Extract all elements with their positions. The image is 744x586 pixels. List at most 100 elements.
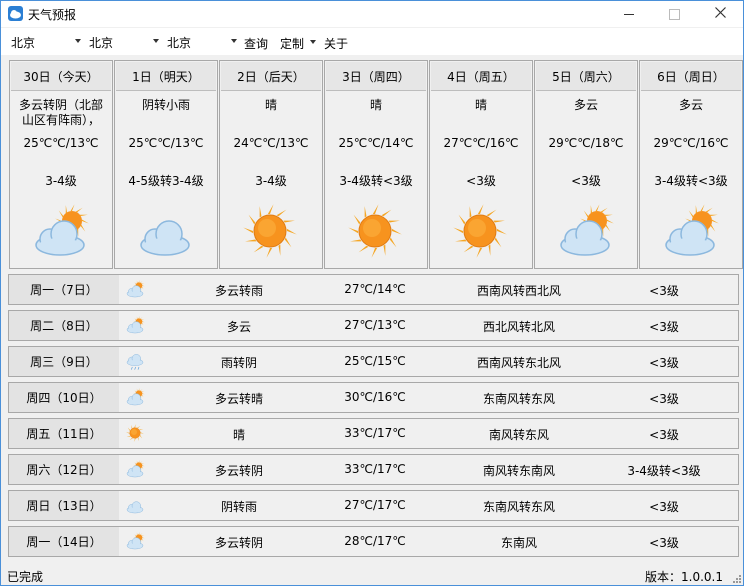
day-card-wind: 3-4级转<3级: [654, 174, 728, 188]
chevron-down-icon: [75, 39, 81, 43]
day-card-condition: 晴: [369, 98, 382, 112]
row-condition: 多云转雨: [214, 284, 263, 298]
chevron-down-icon: [310, 40, 316, 44]
district-value: 北京: [167, 36, 192, 50]
day-card-date: 5日（周六）: [552, 69, 620, 84]
row-condition: 雨转阴: [220, 356, 257, 370]
district-select[interactable]: 北京: [163, 31, 239, 52]
day-card-temperature: 29℃℃/18℃: [548, 136, 624, 150]
row-condition: 多云转阴: [214, 536, 263, 550]
row-temperature: 27℃/13℃: [344, 318, 406, 332]
row-condition: 多云转晴: [214, 392, 263, 406]
row-temperature: 25℃/15℃: [344, 354, 406, 368]
row-temperature: 27℃/14℃: [344, 282, 406, 296]
day-card-header: 3日（周四）: [326, 62, 426, 91]
app-weather-icon: [8, 6, 23, 21]
day-card: 6日（周日） 多云 29℃℃/16℃ 3-4级转<3级: [639, 60, 743, 269]
toolbar: 北京 北京 北京 查询 定制 关于: [1, 28, 743, 55]
day-card-temperature: 25℃℃/13℃: [128, 136, 204, 150]
day-card-date: 3日（周四）: [342, 69, 410, 84]
forecast-row: 周三（9日） 雨转阴 25℃/15℃ 西南风转东北风 <3级: [8, 346, 739, 377]
day-card-wind: <3级: [466, 174, 496, 188]
customize-menu[interactable]: 定制: [280, 35, 304, 52]
province-select[interactable]: 北京: [7, 31, 83, 52]
row-wind-level: <3级: [649, 284, 679, 298]
partly-cloudy-icon: [549, 201, 621, 261]
day-card: 30日（今天） 多云转阴（北部山区有阵雨）， 25℃℃/13℃ 3-4级: [9, 60, 113, 269]
chevron-down-icon: [231, 39, 237, 43]
partly-cloudy-icon: [123, 459, 147, 479]
day-card-wind: 3-4级转<3级: [339, 174, 413, 188]
status-text: 已完成: [7, 570, 44, 584]
day-card-header: 1日（明天）: [116, 62, 216, 91]
row-wind-level: <3级: [649, 428, 679, 442]
day-card-condition: 阴转小雨: [141, 98, 190, 112]
row-day: 周一（14日）: [9, 527, 119, 556]
day-card-date: 2日（后天）: [237, 69, 305, 84]
day-card: 4日（周五） 晴 27℃℃/16℃ <3级: [429, 60, 533, 269]
row-condition: 多云转阴: [214, 464, 263, 478]
forecast-row: 周一（7日） 多云转雨 27℃/14℃ 西南风转西北风 <3级: [8, 274, 739, 305]
sunny-icon: [339, 201, 411, 261]
sunny-icon: [444, 201, 516, 261]
row-day: 周日（13日）: [9, 491, 119, 520]
row-day: 周一（7日）: [9, 275, 119, 304]
partly-cloudy-icon: [123, 279, 147, 299]
row-wind-direction: 南风转东南风: [482, 464, 555, 478]
city-value: 北京: [89, 36, 114, 50]
forecast-row: 周一（14日） 多云转阴 28℃/17℃ 东南风 <3级: [8, 526, 739, 557]
row-wind-direction: 东南风: [500, 536, 537, 550]
day-card-condition: 晴: [474, 98, 487, 112]
partly-cloudy-icon: [123, 531, 147, 551]
close-icon: [714, 6, 726, 22]
row-condition: 晴: [232, 428, 245, 442]
title-bar[interactable]: 天气预报: [1, 1, 743, 27]
day-card-temperature: 29℃℃/16℃: [653, 136, 729, 150]
about-menu[interactable]: 关于: [324, 35, 348, 52]
query-button[interactable]: 查询: [244, 35, 268, 52]
forecast-row: 周六（12日） 多云转阴 33℃/17℃ 南风转东南风 3-4级转<3级: [8, 454, 739, 485]
city-select[interactable]: 北京: [85, 31, 161, 52]
row-day: 周二（8日）: [9, 311, 119, 340]
forecast-row: 周二（8日） 多云 27℃/13℃ 西北风转北风 <3级: [8, 310, 739, 341]
row-temperature: 33℃/17℃: [344, 426, 406, 440]
row-wind-level: <3级: [649, 500, 679, 514]
resize-grip-icon[interactable]: [731, 573, 741, 583]
partly-cloudy-icon: [24, 201, 96, 261]
row-wind-level: <3级: [649, 392, 679, 406]
day-card: 2日（后天） 晴 24℃℃/13℃ 3-4级: [219, 60, 323, 269]
partly-cloudy-icon: [123, 387, 147, 407]
day-card-temperature: 24℃℃/13℃: [233, 136, 309, 150]
maximize-button[interactable]: [651, 1, 697, 27]
day-card-wind: <3级: [571, 174, 601, 188]
row-wind-level: <3级: [649, 320, 679, 334]
day-card-condition: 多云: [678, 98, 703, 112]
row-day: 周三（9日）: [9, 347, 119, 376]
cloudy-icon: [129, 201, 201, 261]
row-condition: 阴转雨: [220, 500, 257, 514]
sunny-icon: [123, 423, 147, 443]
row-wind-direction: 西南风转东北风: [476, 356, 561, 370]
partly-cloudy-icon: [123, 315, 147, 335]
forecast-row: 周四（10日） 多云转晴 30℃/16℃ 东南风转东风 <3级: [8, 382, 739, 413]
day-card-wind: 4-5级转3-4级: [128, 174, 204, 188]
row-day: 周四（10日）: [9, 383, 119, 412]
day-card: 3日（周四） 晴 25℃℃/14℃ 3-4级转<3级: [324, 60, 428, 269]
row-condition: 多云: [226, 320, 251, 334]
day-card-condition: 晴: [264, 98, 277, 112]
day-card-condition: 多云转阴（北部山区有阵雨），: [18, 98, 103, 127]
window-title: 天气预报: [28, 8, 77, 22]
day-card-date: 1日（明天）: [132, 69, 200, 84]
day-card-date: 6日（周日）: [657, 69, 725, 84]
row-day: 周六（12日）: [9, 455, 119, 484]
minimize-button[interactable]: [606, 1, 652, 27]
row-temperature: 30℃/16℃: [344, 390, 406, 404]
row-temperature: 28℃/17℃: [344, 534, 406, 548]
row-wind-direction: 西北风转北风: [482, 320, 555, 334]
minimize-icon: [624, 13, 634, 15]
close-button[interactable]: [697, 1, 743, 27]
forecast-row: 周五（11日） 晴 33℃/17℃ 南风转东风 <3级: [8, 418, 739, 449]
maximize-icon: [668, 8, 680, 20]
day-card-header: 4日（周五）: [431, 62, 531, 91]
row-temperature: 27℃/17℃: [344, 498, 406, 512]
